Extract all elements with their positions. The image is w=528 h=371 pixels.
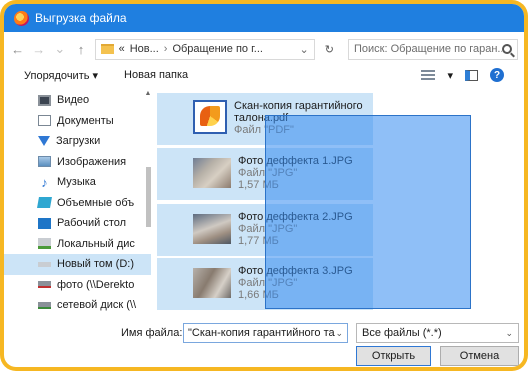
file-name: Скан-копия гарантийного — [234, 100, 363, 112]
folder-icon — [100, 44, 114, 54]
sidebar-item-3d-objects[interactable]: Объемные объ — [4, 193, 151, 214]
refresh-icon[interactable]: ↻ — [325, 43, 334, 56]
selection-rectangle — [265, 115, 471, 309]
open-button[interactable]: Открыть — [356, 346, 431, 366]
sidebar-scrollbar[interactable]: ▲ — [144, 90, 152, 318]
sidebar-item-label: Новый том (D:) — [57, 258, 134, 271]
music-icon: ♪ — [41, 174, 48, 190]
filename-input[interactable]: "Скан-копия гарантийного тал ⌄ — [183, 323, 348, 343]
view-dropdown-icon[interactable]: ▾ — [447, 69, 453, 82]
sidebar-item-label: Рабочий стол — [57, 217, 127, 230]
filename-label: Имя файла: — [121, 327, 183, 339]
dialog-footer: Имя файла: "Скан-копия гарантийного тал … — [4, 320, 524, 367]
image-thumbnail — [193, 214, 231, 244]
address-bar: ← → ⌄ ↑ « Нов... › Обращение по г... ⌄ ↻… — [4, 36, 524, 62]
search-icon — [501, 44, 512, 54]
file-upload-dialog: Выгрузка файла ← → ⌄ ↑ « Нов... › Обраще… — [4, 4, 524, 367]
network-drive-icon — [38, 281, 51, 289]
network-drive-icon — [38, 301, 51, 309]
desktop-icon — [38, 217, 51, 229]
breadcrumb[interactable]: « Нов... › Обращение по г... ⌄ — [94, 38, 315, 60]
back-button[interactable]: ← — [10, 42, 25, 57]
new-folder-button[interactable]: Новая папка — [124, 69, 188, 81]
drive-icon — [38, 261, 51, 267]
forward-button[interactable]: → — [31, 42, 46, 57]
filename-value: "Скан-копия гарантийного тал — [188, 327, 336, 339]
sidebar-item-local-disk[interactable]: Локальный дис — [4, 234, 151, 255]
toolbar: Упорядочить ▾ Новая папка ▾ ? — [4, 64, 524, 86]
firefox-logo-icon — [14, 10, 29, 26]
filetype-value: Все файлы (*.*) — [362, 327, 442, 339]
downloads-icon — [38, 136, 50, 147]
navigation-pane: Видео Документы Загрузки Изображения ♪ М… — [4, 90, 151, 318]
breadcrumb-item[interactable]: Обращение по г... — [172, 43, 263, 55]
sidebar-item-label: Локальный дис — [57, 237, 135, 250]
images-icon — [38, 156, 51, 168]
pdf-file-icon — [193, 100, 227, 134]
image-thumbnail — [193, 158, 231, 188]
up-button[interactable]: ↑ — [73, 42, 88, 57]
sidebar-item-documents[interactable]: Документы — [4, 111, 151, 132]
preview-pane-icon[interactable] — [465, 69, 478, 81]
sidebar-item-label: Музыка — [57, 176, 96, 189]
chevron-down-icon[interactable]: ⌄ — [335, 328, 343, 339]
recent-locations-button[interactable]: ⌄ — [52, 41, 67, 57]
breadcrumb-overflow[interactable]: « — [119, 43, 125, 55]
breadcrumb-item[interactable]: Нов... — [130, 43, 159, 55]
sidebar-item-label: Документы — [57, 114, 114, 127]
organize-button[interactable]: Упорядочить ▾ — [24, 69, 98, 82]
sidebar-item-network-disk[interactable]: сетевой диск (\\ — [4, 295, 151, 316]
chevron-down-icon[interactable]: ⌄ — [300, 43, 309, 56]
documents-icon — [38, 115, 51, 127]
chevron-down-icon: ⌄ — [505, 327, 513, 338]
local-disk-icon — [38, 238, 51, 250]
title-bar: Выгрузка файла — [4, 4, 524, 32]
scrollbar-thumb[interactable] — [145, 167, 151, 227]
cancel-button[interactable]: Отмена — [440, 346, 519, 366]
sidebar-item-desktop[interactable]: Рабочий стол — [4, 213, 151, 234]
scroll-up-icon[interactable]: ▲ — [144, 90, 152, 97]
sidebar-item-label: Видео — [57, 94, 90, 107]
chevron-right-icon: › — [163, 43, 168, 55]
sidebar-item-downloads[interactable]: Загрузки — [4, 131, 151, 152]
sidebar-item-new-volume[interactable]: Новый том (D:) — [4, 254, 151, 275]
sidebar-item-label: фото (\\Derekto — [57, 278, 135, 291]
sidebar-item-label: Объемные объ — [57, 196, 135, 209]
image-thumbnail — [193, 268, 231, 298]
sidebar-item-label: сетевой диск (\\ — [57, 299, 137, 312]
help-icon[interactable]: ? — [490, 68, 504, 82]
view-options-icon[interactable] — [421, 69, 436, 81]
filetype-select[interactable]: Все файлы (*.*) ⌄ — [356, 323, 519, 343]
search-placeholder: Поиск: Обращение по гаран... — [353, 43, 502, 55]
video-icon — [38, 94, 51, 106]
sidebar-item-label: Загрузки — [56, 135, 101, 148]
sidebar-item-music[interactable]: ♪ Музыка — [4, 172, 151, 193]
sidebar-item-videos[interactable]: Видео — [4, 90, 151, 111]
sidebar-item-label: Изображения — [57, 155, 127, 168]
sidebar-item-images[interactable]: Изображения — [4, 152, 151, 173]
search-input[interactable]: Поиск: Обращение по гаран... — [347, 38, 518, 60]
window-title: Выгрузка файла — [35, 11, 127, 25]
3d-objects-icon — [37, 197, 52, 209]
sidebar-item-photo-network[interactable]: фото (\\Derekto — [4, 275, 151, 296]
